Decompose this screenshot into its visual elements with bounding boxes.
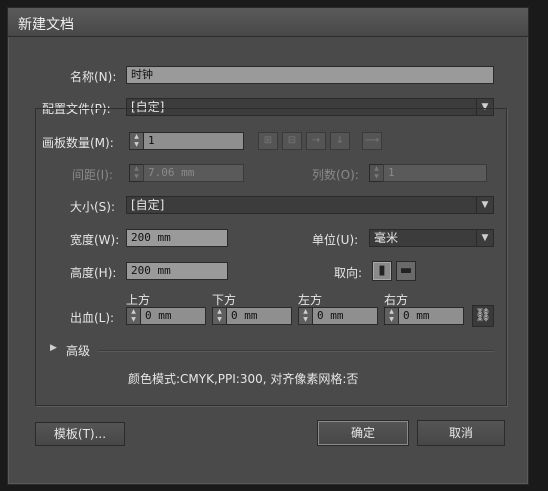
bleed-bottom-stepper[interactable]: ▲ ▼ [212,307,226,325]
artboards-label: 画板数量(M): [42,136,114,150]
size-select[interactable]: [自定] ▼ [126,196,494,214]
bleed-right-label: 右方 [384,293,409,307]
advanced-label[interactable]: 高级 [66,342,90,359]
grid-by-column-icon[interactable]: ⊟ [282,132,302,150]
units-label: 单位(U): [312,233,359,247]
bleed-left-label: 左方 [298,293,323,307]
chevron-down-icon: ▼ [476,197,493,213]
spacing-stepper[interactable]: ▲ ▼ [129,164,143,182]
new-document-dialog: 新建文档 名称(N): 时钟 配置文件(P): [自定] ▼ 画板数量(M): … [7,7,529,485]
width-input[interactable]: 200 mm [126,229,228,247]
chevron-down-icon: ▼ [476,230,493,246]
landscape-icon[interactable]: ▬ [396,261,416,281]
cancel-button[interactable]: 取消 [417,420,505,446]
grid-by-row-icon[interactable]: ⊞ [258,132,278,150]
bleed-top-input[interactable]: 0 mm [140,307,206,325]
triangle-right-icon[interactable]: ▶ [50,343,57,353]
height-input[interactable]: 200 mm [126,262,228,280]
units-value: 毫米 [374,231,399,245]
bleed-bottom-input[interactable]: 0 mm [226,307,292,325]
bleed-left-input[interactable]: 0 mm [312,307,378,325]
bleed-label: 出血(L): [70,311,115,325]
columns-input[interactable]: 1 [383,164,487,182]
bleed-top-label: 上方 [126,293,151,307]
ok-button[interactable]: 确定 [317,420,409,446]
units-select[interactable]: 毫米 ▼ [369,229,494,247]
right-to-left-icon[interactable]: ⟶ [362,132,382,150]
bleed-bottom-label: 下方 [212,293,237,307]
bleed-right-stepper[interactable]: ▲ ▼ [384,307,398,325]
size-value: [自定] [131,198,165,212]
columns-label: 列数(O): [312,168,359,182]
title-bar[interactable]: 新建文档 [8,8,528,37]
size-label: 大小(S): [70,200,116,214]
arrange-by-row-icon[interactable]: → [306,132,326,150]
width-label: 宽度(W): [70,233,120,247]
bleed-top-stepper[interactable]: ▲ ▼ [126,307,140,325]
spacing-label: 间距(I): [72,168,113,182]
dialog-title: 新建文档 [18,17,74,33]
arrange-by-column-icon[interactable]: ↓ [330,132,350,150]
portrait-icon[interactable]: ▮ [372,261,392,281]
bleed-right-input[interactable]: 0 mm [398,307,464,325]
name-label: 名称(N): [70,70,117,84]
name-input[interactable]: 时钟 [126,66,494,84]
summary-text: 颜色模式:CMYK,PPI:300, 对齐像素网格:否 [128,372,359,386]
orientation-label: 取向: [334,266,363,280]
spacing-input[interactable]: 7.06 mm [143,164,244,182]
height-label: 高度(H): [70,266,117,280]
artboards-input[interactable]: 1 [143,132,244,150]
columns-stepper[interactable]: ▲ ▼ [369,164,383,182]
bleed-left-stepper[interactable]: ▲ ▼ [298,307,312,325]
templates-button[interactable]: 模板(T)... [35,422,125,446]
artboards-stepper[interactable]: ▲ ▼ [129,132,143,150]
advanced-divider [98,350,494,351]
settings-panel [35,108,507,406]
chain-link-icon[interactable]: ⛓ [472,305,494,327]
